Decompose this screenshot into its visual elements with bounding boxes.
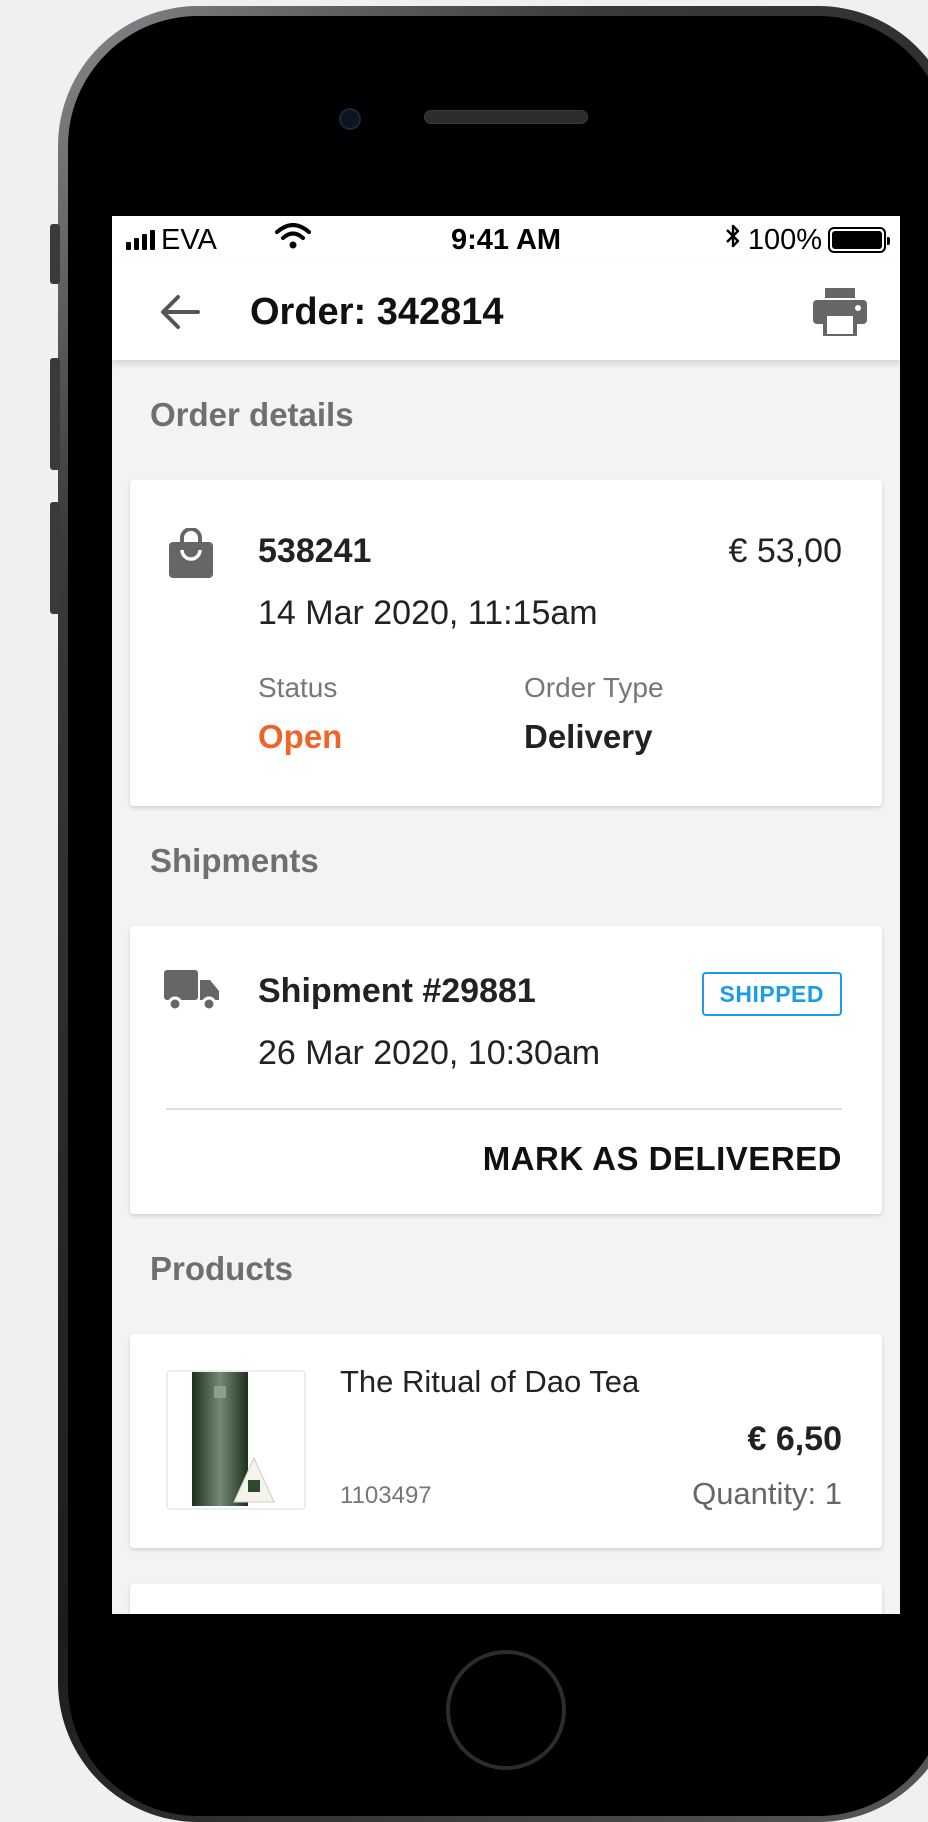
shipments-heading: Shipments <box>150 842 319 879</box>
content: Order details 538241 € 53,00 14 Mar 2020… <box>112 360 900 1614</box>
battery-fill <box>832 231 882 249</box>
shipment-title: Shipment #29881 <box>258 972 536 1010</box>
side-button-volume-up <box>50 358 60 470</box>
order-details-heading: Order details <box>150 396 354 433</box>
order-type-value: Delivery <box>524 718 653 755</box>
app-screen: EVA 9:41 AM 100% Order: 342814 Order det… <box>112 216 900 1614</box>
order-number: 538241 <box>258 532 372 570</box>
signal-icon <box>126 230 155 250</box>
shopping-bag-icon <box>168 527 214 583</box>
battery-icon <box>828 227 890 253</box>
earpiece-speaker <box>424 110 588 124</box>
order-type-label: Order Type <box>524 672 664 703</box>
order-amount: € 53,00 <box>728 532 842 570</box>
list-item[interactable] <box>130 1584 882 1614</box>
side-button-mute <box>50 224 60 284</box>
carrier-name: EVA <box>161 223 217 256</box>
product-card[interactable]: The Ritual of Dao Tea € 6,50 1103497 Qua… <box>130 1334 882 1548</box>
side-button-volume-down <box>50 502 60 614</box>
product-name: The Ritual of Dao Tea <box>340 1364 640 1399</box>
status-bar: EVA 9:41 AM 100% <box>112 216 900 264</box>
order-card[interactable]: 538241 € 53,00 14 Mar 2020, 11:15am Stat… <box>130 480 882 806</box>
front-camera <box>339 108 361 130</box>
status-badge: SHIPPED <box>701 972 842 1016</box>
order-date: 14 Mar 2020, 11:15am <box>258 594 598 632</box>
product-image <box>166 1370 306 1510</box>
printer-icon <box>813 288 867 336</box>
product-sku: 1103497 <box>340 1482 432 1509</box>
status-label: Status <box>258 672 338 703</box>
print-button[interactable] <box>808 280 872 344</box>
page-title: Order: 342814 <box>250 290 504 333</box>
product-quantity: Quantity: 1 <box>692 1476 842 1511</box>
status-left: EVA <box>126 223 311 257</box>
product-price: € 6,50 <box>747 1420 842 1458</box>
shipment-card[interactable]: Shipment #29881 SHIPPED 26 Mar 2020, 10:… <box>130 926 882 1214</box>
mark-as-delivered-button[interactable]: MARK AS DELIVERED <box>483 1140 842 1178</box>
bluetooth-icon <box>724 222 742 258</box>
app-bar: Order: 342814 <box>112 264 900 360</box>
status-value: Open <box>258 718 343 755</box>
divider <box>166 1108 842 1110</box>
battery-percent: 100% <box>747 223 822 256</box>
back-button[interactable] <box>152 284 208 340</box>
truck-icon <box>164 968 220 1017</box>
back-arrow-icon <box>161 295 200 329</box>
shipment-date: 26 Mar 2020, 10:30am <box>258 1034 601 1072</box>
home-button[interactable] <box>446 1650 566 1770</box>
products-heading: Products <box>150 1250 294 1287</box>
status-right: 100% <box>724 222 890 258</box>
wifi-icon <box>274 223 311 257</box>
